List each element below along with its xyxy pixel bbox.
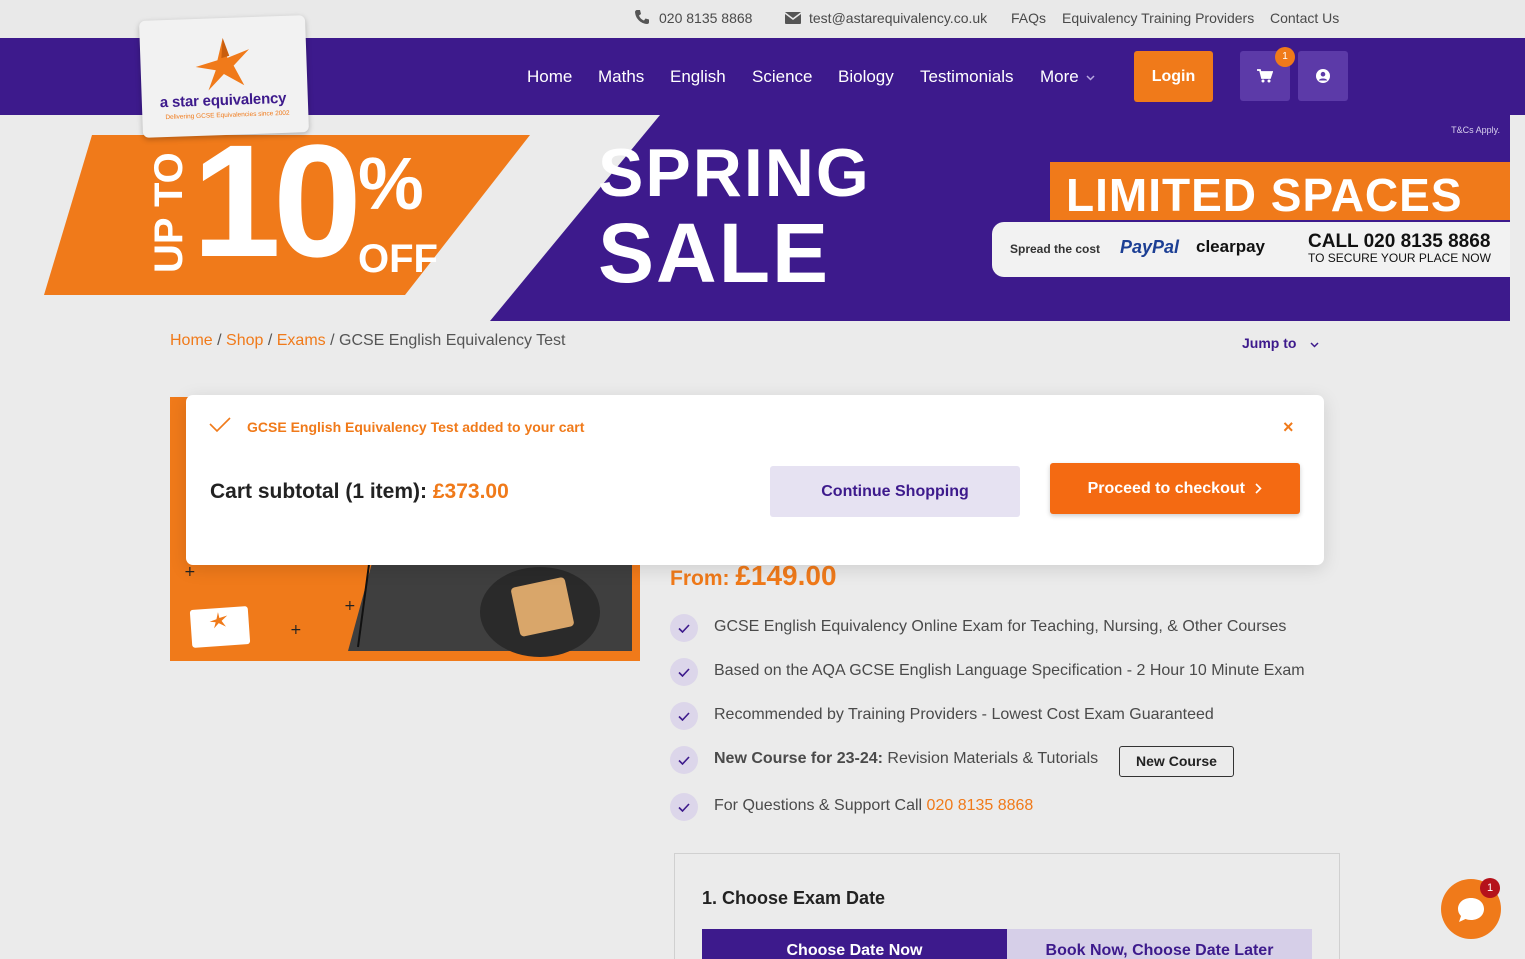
choose-date-now-tab[interactable]: Choose Date Now <box>702 929 1007 959</box>
chevron-right-icon <box>1255 483 1263 494</box>
mini-logo <box>189 606 251 648</box>
feature-new-rest: Revision Materials & Tutorials <box>882 750 1099 767</box>
breadcrumb-exams[interactable]: Exams <box>277 332 326 349</box>
svg-text:+: + <box>290 622 302 638</box>
chat-bubble-icon <box>1458 898 1484 922</box>
top-link-contact-us[interactable]: Contact Us <box>1270 10 1339 26</box>
choose-date-later-tab[interactable]: Book Now, Choose Date Later <box>1007 929 1312 959</box>
chevron-down-icon <box>1086 75 1095 81</box>
check-circle-icon <box>670 658 698 686</box>
top-phone-link[interactable]: 020 8135 8868 <box>659 10 752 26</box>
banner-up-to: UP TO <box>147 152 191 273</box>
chat-notification-badge: 1 <box>1480 878 1500 898</box>
cart-count-badge: 1 <box>1275 47 1295 67</box>
jump-to-dropdown[interactable]: Jump to <box>1242 335 1319 351</box>
nav-item-testimonials[interactable]: Testimonials <box>920 67 1014 87</box>
paypal-logo: PayPal <box>1120 237 1180 257</box>
breadcrumb-home[interactable]: Home <box>170 332 213 349</box>
banner-percent: % <box>358 142 424 225</box>
envelope-icon <box>785 12 801 24</box>
svg-text:+: + <box>184 564 196 580</box>
star-logo-icon <box>209 612 228 629</box>
check-circle-icon <box>670 702 698 730</box>
close-icon[interactable]: × <box>1283 417 1294 438</box>
nav-item-biology[interactable]: Biology <box>838 67 894 87</box>
breadcrumb-separator: / <box>263 332 277 349</box>
chevron-down-icon <box>1310 342 1319 348</box>
feature-item: For Questions & Support Call 020 8135 88… <box>670 793 1350 821</box>
top-link-faqs[interactable]: FAQs <box>1011 10 1046 26</box>
nav-item-home[interactable]: Home <box>527 67 572 87</box>
price-from-label: From: <box>670 567 730 590</box>
check-mark <box>678 803 690 812</box>
payment-info-pill: Spread the cost PayPal clearpay CALL 020… <box>992 222 1510 277</box>
breadcrumb-separator: / <box>212 332 227 349</box>
user-icon <box>1316 69 1330 83</box>
cart-subtotal-label: Cart subtotal (1 item): <box>210 480 428 503</box>
nav-item-science[interactable]: Science <box>752 67 812 87</box>
checkmark-icon <box>209 417 231 433</box>
banner-secure-text: TO SECURE YOUR PLACE NOW <box>1308 251 1491 265</box>
feature-item: New Course for 23-24: Revision Materials… <box>670 746 1350 774</box>
proceed-to-checkout-button[interactable]: Proceed to checkout <box>1050 463 1300 514</box>
feature-text: New Course for 23-24: Revision Materials… <box>714 750 1098 768</box>
breadcrumb-separator: / <box>325 332 339 349</box>
feature-text: Recommended by Training Providers - Lowe… <box>714 706 1214 723</box>
logo-wordmark: a star equivalency <box>159 89 287 112</box>
feature-item: GCSE English Equivalency Online Exam for… <box>670 614 1350 642</box>
check-mark <box>678 756 690 765</box>
account-button[interactable] <box>1298 51 1348 101</box>
banner-tcs: T&Cs Apply. <box>1451 125 1500 135</box>
nav-item-english[interactable]: English <box>670 67 726 87</box>
banner-off: OFF <box>358 237 438 281</box>
breadcrumb: Home / Shop / Exams / GCSE English Equiv… <box>170 332 565 350</box>
support-phone-link[interactable]: 020 8135 8868 <box>927 797 1034 814</box>
check-mark <box>678 668 690 677</box>
check-circle-icon <box>670 746 698 774</box>
spring-sale-banner[interactable]: UP TO 10 % OFF SPRING SALE T&Cs Apply. L… <box>0 115 1510 321</box>
feature-text: For Questions & Support Call 020 8135 88… <box>714 797 1033 815</box>
cart-subtotal-amount: £373.00 <box>432 480 509 503</box>
banner-call-number: CALL 020 8135 8868 <box>1308 231 1491 252</box>
clearpay-logo: clearpay <box>1196 237 1265 256</box>
star-logo-icon <box>195 38 250 91</box>
logo-tagline: Delivering GCSE Equivalencies since 2002 <box>165 109 290 122</box>
added-to-cart-message: GCSE English Equivalency Test added to y… <box>247 419 585 435</box>
feature-text: Based on the AQA GCSE English Language S… <box>714 662 1305 679</box>
breadcrumb-shop[interactable]: Shop <box>226 332 263 349</box>
continue-shopping-button[interactable]: Continue Shopping <box>770 466 1020 517</box>
svg-text:+: + <box>344 598 356 614</box>
jump-to-label: Jump to <box>1242 335 1297 351</box>
check-circle-icon <box>670 793 698 821</box>
checkout-label: Proceed to checkout <box>1087 480 1245 497</box>
check-circle-icon <box>670 614 698 642</box>
feature-item: Recommended by Training Providers - Lowe… <box>670 702 1350 730</box>
limited-spaces-text: LIMITED SPACES <box>1066 169 1463 221</box>
cart-subtotal: Cart subtotal (1 item): £373.00 <box>210 480 509 504</box>
feature-text: GCSE English Equivalency Online Exam for… <box>714 618 1287 635</box>
feature-item: Based on the AQA GCSE English Language S… <box>670 658 1350 686</box>
exam-date-title: 1. Choose Exam Date <box>702 888 886 908</box>
limited-spaces-strip: LIMITED SPACES <box>1050 162 1510 221</box>
site-logo[interactable]: a star equivalency Delivering GCSE Equiv… <box>139 15 309 138</box>
top-email-link[interactable]: test@astarequivalency.co.uk <box>809 10 987 26</box>
spread-cost-label: Spread the cost <box>1010 242 1101 256</box>
login-button[interactable]: Login <box>1134 51 1213 102</box>
added-to-cart-popup: GCSE English Equivalency Test added to y… <box>186 395 1324 565</box>
feature-support-text: For Questions & Support Call <box>714 797 927 814</box>
check-mark <box>678 712 690 721</box>
feature-new-bold: New Course for 23-24: <box>714 750 883 767</box>
banner-ten: 10 <box>192 115 362 290</box>
new-course-badge: New Course <box>1119 746 1234 777</box>
breadcrumb-current: GCSE English Equivalency Test <box>339 332 566 349</box>
nav-item-more[interactable]: More <box>1040 67 1079 87</box>
banner-sale: SALE <box>598 206 831 300</box>
nav-item-maths[interactable]: Maths <box>598 67 644 87</box>
top-link-training-providers[interactable]: Equivalency Training Providers <box>1062 10 1254 26</box>
banner-spring: SPRING <box>598 135 871 211</box>
cart-icon <box>1257 69 1273 83</box>
phone-icon <box>635 10 649 24</box>
check-mark <box>678 624 690 633</box>
